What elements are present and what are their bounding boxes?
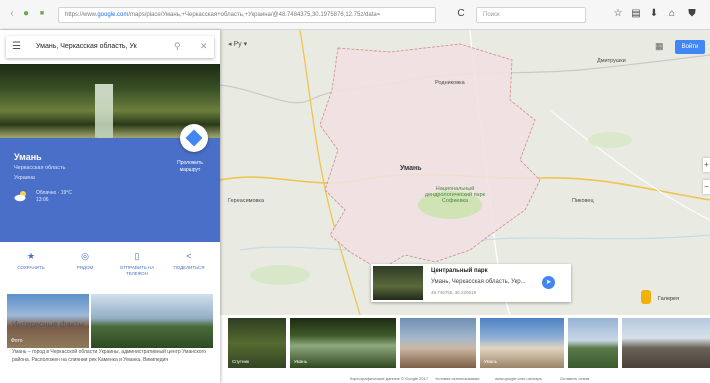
weather-cloud-icon bbox=[14, 191, 26, 202]
menu-icon[interactable]: ☰ bbox=[12, 41, 21, 53]
map-label-uman[interactable]: Умань bbox=[400, 165, 422, 172]
gallery-thumb-label: Спутник bbox=[232, 359, 249, 364]
gallery-thumb-uman[interactable]: Умань bbox=[480, 318, 564, 368]
bookmarks-icon[interactable]: ▤ bbox=[630, 8, 642, 20]
weather-text: Облачно · 19°C bbox=[36, 190, 72, 196]
map-label-gerasimovka: Гереасимовка bbox=[228, 198, 265, 204]
reload-icon[interactable]: C bbox=[455, 8, 467, 20]
phone-icon: ▯ bbox=[134, 251, 140, 261]
save-label: СОХРАНИТЬ bbox=[17, 265, 45, 270]
star-icon[interactable]: ☆ bbox=[612, 8, 624, 20]
zoom-in-button[interactable]: + bbox=[703, 158, 710, 172]
zoom-out-button[interactable]: − bbox=[703, 180, 710, 194]
place-sidebar: ☰ Умань, Черкасская область, Ук ⚲ ✕ Уман… bbox=[0, 30, 220, 383]
browser-search-placeholder: Поиск bbox=[483, 12, 500, 18]
gallery-thumb-panorama[interactable] bbox=[568, 318, 618, 368]
browser-search-input[interactable]: Поиск bbox=[476, 7, 586, 23]
place-country: Украина bbox=[14, 175, 35, 181]
facts-title: Интересные факты bbox=[12, 320, 84, 329]
footer-feedback-link[interactable]: Оставить отзыв bbox=[560, 376, 589, 381]
place-region: Черкасская область bbox=[14, 165, 66, 171]
facts-text: Умань – город в Черкасской области Украи… bbox=[12, 349, 207, 363]
directions-icon bbox=[185, 129, 203, 147]
chevron-down-icon: ▾ bbox=[241, 41, 248, 48]
share-button[interactable]: < ПОДЕЛИТЬСЯ bbox=[164, 250, 214, 271]
nearby-button[interactable]: ◎ РЯДОМ bbox=[60, 250, 110, 271]
pegman-icon[interactable] bbox=[641, 290, 651, 304]
footer-url-link[interactable]: www.google.com.ua/maps bbox=[495, 376, 542, 381]
search-icon[interactable]: ⚲ bbox=[174, 41, 181, 52]
apps-icon[interactable]: ▦ bbox=[655, 41, 665, 51]
photo-gallery: Спутник Умань Умань bbox=[228, 318, 710, 368]
nearby-label: РЯДОМ bbox=[76, 265, 94, 270]
send-to-phone-button[interactable]: ▯ ОТПРАВИТЬ НА ТЕЛЕФОН bbox=[112, 250, 162, 277]
star-icon: ★ bbox=[26, 251, 36, 261]
address-bar[interactable]: https://www.google.com/maps/place/Умань,… bbox=[58, 7, 436, 23]
place-card-meta: 48.746750, 30.220519 bbox=[431, 290, 477, 295]
place-header: Умань Черкасская область Украина Облачно… bbox=[0, 138, 220, 242]
photos-label: Фото bbox=[11, 338, 23, 344]
map-label-rodnikovka: Родниковка bbox=[435, 80, 465, 86]
place-card-title: Центральный парк bbox=[431, 268, 488, 274]
url-prefix: https://www. bbox=[65, 12, 98, 18]
home-icon[interactable]: ⌂ bbox=[666, 8, 678, 20]
language-label: Ру bbox=[233, 41, 242, 48]
language-selector[interactable]: ◂ Ру ▾ bbox=[228, 40, 247, 48]
directions-label[interactable]: Проложить маршрут bbox=[168, 160, 212, 174]
refresh-icon[interactable]: ● bbox=[20, 8, 32, 20]
download-icon[interactable]: ⬇ bbox=[648, 8, 660, 20]
gallery-thumb-park[interactable]: Умань bbox=[290, 318, 396, 368]
place-card-subtitle: Умань, Черкасская область, Укр... bbox=[431, 279, 526, 285]
close-icon[interactable]: ✕ bbox=[200, 41, 208, 52]
gallery-thumb-label: Умань bbox=[484, 359, 498, 364]
gallery-label[interactable]: Галерея bbox=[658, 296, 679, 302]
save-button[interactable]: ★ СОХРАНИТЬ bbox=[6, 250, 56, 271]
gallery-thumb-label: Умань bbox=[294, 359, 308, 364]
gallery-thumb-satellite[interactable]: Спутник bbox=[228, 318, 286, 368]
gallery-thumb-city[interactable] bbox=[622, 318, 710, 368]
weather-time: 13:06 bbox=[36, 197, 49, 203]
share-icon: < bbox=[186, 251, 192, 261]
share-label: ПОДЕЛИТЬСЯ bbox=[173, 265, 205, 270]
footer-terms-link[interactable]: Условия использования bbox=[435, 376, 479, 381]
actions-row: ★ СОХРАНИТЬ ◎ РЯДОМ ▯ ОТПРАВИТЬ НА ТЕЛЕФОН … bbox=[0, 242, 220, 292]
browser-toolbar: ‹ ● ■ https://www.google.com/maps/place/… bbox=[0, 0, 710, 30]
send-to-phone-label: ОТПРАВИТЬ НА ТЕЛЕФОН bbox=[119, 265, 155, 276]
map-label-dmitrushki: Дмитрушки bbox=[597, 58, 626, 64]
place-card[interactable]: Центральный парк Умань, Черкасская облас… bbox=[371, 264, 571, 302]
url-path: /maps/place/Умань,+Черкасская+область,+У… bbox=[128, 12, 381, 18]
map-label-park[interactable]: Национальный дендрологический парк Софие… bbox=[420, 186, 490, 204]
lock-icon: ■ bbox=[39, 10, 45, 17]
place-card-thumbnail[interactable] bbox=[373, 266, 423, 300]
map-footer: Картографические данные © Google 2017 Ус… bbox=[220, 372, 710, 383]
directions-icon[interactable]: ➤ bbox=[542, 276, 555, 289]
nearby-icon: ◎ bbox=[81, 251, 89, 261]
place-title: Умань bbox=[14, 152, 42, 162]
footer-copyright: Картографические данные © Google 2017 bbox=[350, 376, 428, 381]
url-domain: google.com bbox=[97, 12, 129, 18]
signin-button[interactable]: Войти bbox=[675, 40, 705, 54]
map-label-pikovets: Пиковец bbox=[572, 198, 594, 204]
back-icon[interactable]: ‹ bbox=[6, 8, 18, 20]
search-input[interactable]: Умань, Черкасская область, Ук bbox=[36, 43, 137, 50]
directions-button[interactable] bbox=[180, 124, 208, 152]
photo-thumbnail[interactable] bbox=[91, 294, 213, 348]
shield-icon[interactable]: ⛊ bbox=[686, 8, 698, 20]
gallery-thumb-building[interactable] bbox=[400, 318, 476, 368]
search-box[interactable]: ☰ Умань, Черкасская область, Ук ⚲ ✕ bbox=[6, 36, 214, 58]
